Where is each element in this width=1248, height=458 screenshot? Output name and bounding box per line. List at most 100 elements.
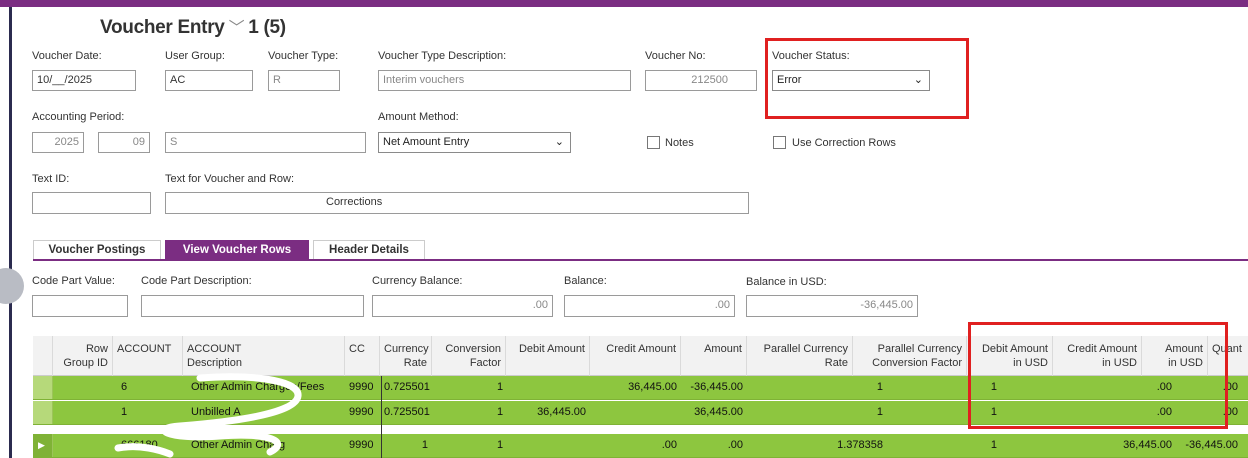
voucher-no-label: Voucher No: <box>645 50 706 62</box>
cell-account: 6 <box>121 381 128 393</box>
redaction-block <box>40 14 80 36</box>
cell-cc: 9990 <box>349 439 374 451</box>
cell-account: 666180 <box>121 439 158 451</box>
text-id-label: Text ID: <box>32 173 70 185</box>
column-header-line1: CC <box>349 343 365 355</box>
cell-parallel-rate: 1 <box>876 381 883 393</box>
tab-header-details[interactable]: Header Details <box>313 240 425 260</box>
cell-conversion-factor: 1 <box>497 381 504 393</box>
column-header-parallel-currency-rate[interactable]: Parallel Currency Rate <box>747 336 853 376</box>
balance-field: .00 <box>564 295 735 317</box>
cell-credit <box>590 401 681 424</box>
cell-parallel-rate: 1.378358 <box>837 439 883 451</box>
tab-underline <box>33 259 1248 261</box>
cell-parallel-rate: 1 <box>876 406 883 418</box>
highlight-box-voucher-status <box>765 38 969 119</box>
cell-amount: .00 <box>727 439 743 451</box>
cell-currency-rate: 0.725501 <box>384 381 430 393</box>
navigator-toggle[interactable] <box>0 268 24 304</box>
voucher-type-field[interactable]: R <box>268 70 340 91</box>
column-header-currency-rate[interactable]: Currency Rate <box>380 336 432 376</box>
cell-credit: .00 <box>661 439 677 451</box>
code-part-desc-field[interactable] <box>141 295 364 317</box>
code-part-value-label: Code Part Value: <box>32 275 115 287</box>
use-correction-rows-checkbox[interactable] <box>773 136 786 149</box>
accounting-year-field[interactable]: 2025 <box>32 132 84 153</box>
column-header-cc[interactable]: CC <box>345 336 380 376</box>
amount-method-select[interactable]: Net Amount Entry ⌄ <box>378 132 571 153</box>
current-row-arrow-icon[interactable]: ▶ <box>33 434 53 457</box>
column-header-line1: Row <box>85 343 108 355</box>
column-header-line2: Description <box>187 357 243 369</box>
amount-method-value: Net Amount Entry <box>383 136 470 148</box>
cell-amount-usd: -36,445.00 <box>1185 439 1238 451</box>
balance-label: Balance: <box>564 275 607 287</box>
column-header-row-group-id[interactable]: Row Group ID <box>53 336 113 376</box>
currency-balance-field: .00 <box>372 295 553 317</box>
period-description-field: S <box>165 132 366 153</box>
chevron-down-icon: ⌄ <box>554 136 564 148</box>
column-header-line2: Conversion Factor <box>872 357 962 369</box>
row-selector[interactable] <box>33 376 53 399</box>
column-header-line1: Currency <box>384 343 429 355</box>
record-position: 1 (5) <box>248 17 286 38</box>
voucher-no-field[interactable]: 212500 <box>645 70 757 91</box>
notes-label: Notes <box>665 137 694 149</box>
column-header-line1: Amount <box>704 343 742 355</box>
page-title-text: Voucher Entry <box>100 17 225 38</box>
cell-amount: -36,445.00 <box>690 381 743 393</box>
row-selector[interactable] <box>33 401 53 424</box>
cell-account: 1 <box>121 406 128 418</box>
cell-account-description: Unbilled A <box>191 406 241 418</box>
column-header-conversion-factor[interactable]: Conversion Factor <box>432 336 506 376</box>
cell-cc: 9990 <box>349 381 374 393</box>
code-part-value-field[interactable] <box>32 295 128 317</box>
column-header-account-description[interactable]: ACCOUNT Description <box>183 336 345 376</box>
amount-method-label: Amount Method: <box>378 111 459 123</box>
column-header-line1: Parallel Currency <box>763 343 848 355</box>
code-part-desc-label: Code Part Description: <box>141 275 252 287</box>
chevron-down-icon[interactable]: ﹀ <box>229 20 245 37</box>
balance-usd-label: Balance in USD: <box>746 276 827 288</box>
table-row[interactable]: ▶ 666180 Other Admin Charg 9990 1 1 .00 … <box>33 434 1248 458</box>
cell-conversion-factor: 1 <box>497 406 504 418</box>
column-header-amount[interactable]: Amount <box>681 336 747 376</box>
text-id-field[interactable] <box>32 192 151 214</box>
cell-account-description: Other Admin Charg <box>191 439 286 451</box>
column-header-account[interactable]: ACCOUNT <box>113 336 183 376</box>
currency-balance-label: Currency Balance: <box>372 275 463 287</box>
cell-amount: 36,445.00 <box>694 406 743 418</box>
cell-conversion-factor: 1 <box>497 439 504 451</box>
grid-header-selector <box>33 336 53 376</box>
user-group-field[interactable]: AC <box>165 70 253 91</box>
balance-usd-field: -36,445.00 <box>746 295 918 317</box>
cell-credit: 36,445.00 <box>628 381 677 393</box>
cell-currency-rate: 1 <box>421 439 428 451</box>
accounting-period-label: Accounting Period: <box>32 111 125 123</box>
column-header-line2: Factor <box>469 357 501 369</box>
accounting-period-field[interactable]: 09 <box>98 132 150 153</box>
notes-checkbox[interactable] <box>647 136 660 149</box>
text-voucher-row-label: Text for Voucher and Row: <box>165 173 295 185</box>
column-header-parallel-conversion-factor[interactable]: Parallel Currency Conversion Factor <box>853 336 967 376</box>
voucher-type-desc-label: Voucher Type Description: <box>378 50 507 62</box>
column-header-line1: Debit Amount <box>518 343 585 355</box>
cell-debit <box>506 376 590 399</box>
page-title: Voucher Entry ﹀ 1 (5) <box>100 14 286 39</box>
tab-view-voucher-rows[interactable]: View Voucher Rows <box>165 240 309 260</box>
text-voucher-row-field[interactable]: Corrections <box>165 192 749 214</box>
cell-currency-rate: 0.725501 <box>384 406 430 418</box>
voucher-date-field[interactable]: 10/__/2025 <box>32 70 136 91</box>
column-header-line2: Group ID <box>63 357 108 369</box>
column-header-debit-amount[interactable]: Debit Amount <box>506 336 590 376</box>
cell-debit-usd <box>1001 434 1087 457</box>
column-header-line1: ACCOUNT <box>187 343 242 355</box>
column-header-credit-amount[interactable]: Credit Amount <box>590 336 681 376</box>
voucher-type-desc-field: Interim vouchers <box>378 70 631 91</box>
left-navigator-strip <box>0 7 12 458</box>
tab-voucher-postings[interactable]: Voucher Postings <box>33 240 161 260</box>
cell-account-description: Other Admin Charges/Fees <box>191 381 325 393</box>
column-splitter[interactable] <box>381 376 382 458</box>
cell-credit-usd: 36,445.00 <box>1123 439 1172 451</box>
highlight-box-usd-columns <box>968 322 1228 429</box>
